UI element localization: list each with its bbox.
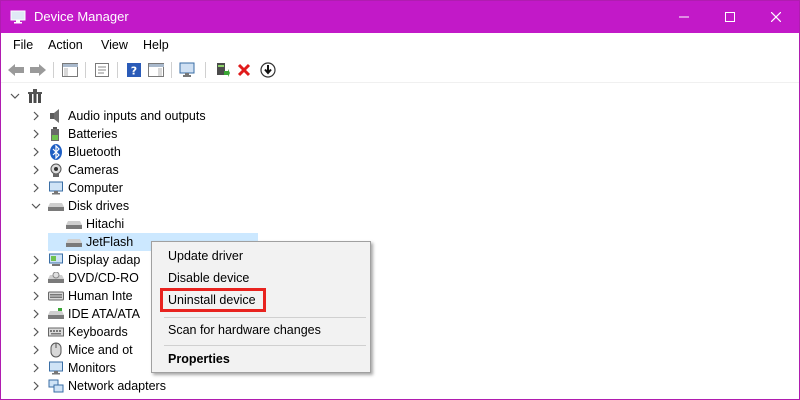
chevron-right-icon[interactable] [30, 380, 42, 392]
network-adapter-icon [48, 378, 64, 394]
tree-label: Computer [68, 181, 123, 195]
close-button[interactable] [753, 1, 799, 33]
action-pane-icon[interactable] [147, 61, 165, 79]
tree-item-audio[interactable]: Audio inputs and outputs [30, 107, 206, 125]
menu-bar: File Action View Help [1, 33, 799, 57]
tree-label: Display adap [68, 253, 141, 267]
chevron-right-icon[interactable] [30, 326, 42, 338]
tree-label: DVD/CD-RO [68, 271, 139, 285]
menu-help[interactable]: Help [143, 38, 169, 52]
toolbar: ? [1, 57, 799, 83]
tree-item-monitors[interactable]: Monitors [30, 359, 116, 377]
chevron-right-icon[interactable] [30, 182, 42, 194]
tree-label: Cameras [68, 163, 119, 177]
chevron-right-icon[interactable] [30, 164, 42, 176]
tree-label: Audio inputs and outputs [68, 109, 206, 123]
tree-item-batteries[interactable]: Batteries [30, 125, 117, 143]
menu-action[interactable]: Action [48, 38, 83, 52]
show-hide-tree-icon[interactable] [61, 61, 79, 79]
chevron-right-icon[interactable] [30, 272, 42, 284]
properties-icon[interactable] [93, 61, 111, 79]
tree-item-hitachi[interactable]: Hitachi [48, 215, 124, 233]
chevron-right-icon[interactable] [30, 344, 42, 356]
device-manager-window: Device Manager File Action View Help ? A… [0, 0, 800, 400]
tree-item-display-adapters[interactable]: Display adap [30, 251, 140, 269]
hid-icon [48, 288, 64, 304]
tree-item-computer[interactable]: Computer [30, 179, 123, 197]
window-title: Device Manager [34, 9, 129, 24]
minimize-button[interactable] [661, 1, 707, 33]
tree-label: Keyboards [68, 325, 128, 339]
tree-label: Disk drives [68, 199, 130, 213]
disk-drive-icon [48, 198, 64, 214]
tree-item-cameras[interactable]: Cameras [30, 161, 119, 179]
tree-label: Monitors [68, 361, 116, 375]
maximize-button[interactable] [707, 1, 753, 33]
menu-item-properties[interactable]: Properties [168, 352, 230, 366]
monitor-icon [48, 360, 64, 376]
chevron-right-icon[interactable] [30, 362, 42, 374]
tree-item-mice[interactable]: Mice and ot [30, 341, 133, 359]
tree-item-bluetooth[interactable]: Bluetooth [30, 143, 121, 161]
tree-label: Human Inte [68, 289, 133, 303]
tree-item-human-interface[interactable]: Human Inte [30, 287, 133, 305]
title-bar: Device Manager [1, 1, 799, 33]
chevron-right-icon[interactable] [30, 308, 42, 320]
disk-drive-icon [66, 234, 82, 250]
tree-item-network-adapters[interactable]: Network adapters [30, 377, 166, 395]
mouse-icon [48, 342, 64, 358]
chevron-right-icon[interactable] [30, 110, 42, 122]
menu-separator [164, 317, 366, 318]
menu-item-scan-hardware[interactable]: Scan for hardware changes [168, 323, 321, 337]
dvd-drive-icon [48, 270, 64, 286]
uninstall-highlight-box [160, 288, 266, 312]
menu-view[interactable]: View [101, 38, 128, 52]
tree-root[interactable] [9, 87, 47, 105]
chevron-right-icon[interactable] [30, 290, 42, 302]
tree-item-dvd[interactable]: DVD/CD-RO [30, 269, 139, 287]
tree-label: IDE ATA/ATA [68, 307, 141, 321]
tree-label: Hitachi [86, 217, 125, 231]
device-manager-icon [10, 10, 26, 24]
menu-item-update-driver[interactable]: Update driver [168, 249, 243, 263]
tree-item-ide-ata[interactable]: IDE ATA/ATA [30, 305, 140, 323]
bluetooth-icon [48, 144, 64, 160]
update-driver-icon[interactable] [213, 61, 231, 79]
menu-separator [164, 345, 366, 346]
ide-controller-icon [48, 306, 64, 322]
menu-file[interactable]: File [13, 38, 33, 52]
keyboard-icon [48, 324, 64, 340]
back-arrow-icon[interactable] [7, 61, 25, 79]
computer-root-icon [27, 88, 43, 104]
scan-hardware-icon[interactable] [179, 61, 197, 79]
help-icon[interactable]: ? [125, 61, 143, 79]
uninstall-icon[interactable] [235, 61, 253, 79]
monitor-icon [48, 180, 64, 196]
tree-label: Batteries [68, 127, 118, 141]
speaker-icon [48, 108, 64, 124]
device-tree: Audio inputs and outputs Batteries Bluet… [1, 85, 799, 399]
chevron-right-icon[interactable] [30, 146, 42, 158]
download-icon[interactable] [259, 61, 277, 79]
svg-text:?: ? [131, 65, 137, 78]
tree-label: Bluetooth [68, 145, 121, 159]
tree-item-keyboards[interactable]: Keyboards [30, 323, 128, 341]
battery-icon [48, 126, 64, 142]
chevron-down-icon[interactable] [9, 90, 21, 102]
camera-icon [48, 162, 64, 178]
chevron-right-icon[interactable] [30, 128, 42, 140]
tree-label: JetFlash [86, 235, 134, 249]
chevron-right-icon[interactable] [30, 254, 42, 266]
context-menu: Update driver Disable device Uninstall d… [151, 241, 371, 373]
forward-arrow-icon[interactable] [29, 61, 47, 79]
disk-drive-icon [66, 216, 82, 232]
display-adapter-icon [48, 252, 64, 268]
tree-label: Network adapters [68, 379, 166, 393]
chevron-down-icon[interactable] [30, 200, 42, 212]
tree-item-disk-drives[interactable]: Disk drives [30, 197, 129, 215]
menu-item-disable-device[interactable]: Disable device [168, 271, 249, 285]
tree-label: Mice and ot [68, 343, 133, 357]
